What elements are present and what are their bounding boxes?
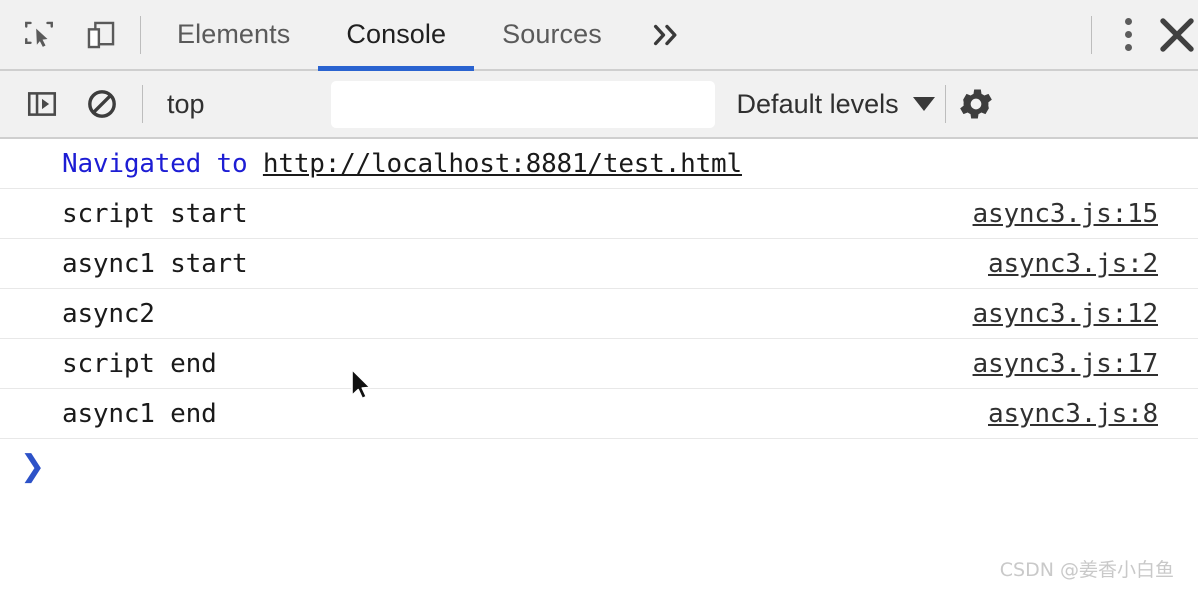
execution-context-selector[interactable]: top — [153, 89, 219, 120]
kebab-dot-2 — [1124, 31, 1132, 38]
tab-console-label: Console — [346, 19, 447, 49]
console-message-row[interactable]: async2 async3.js:12 — [0, 289, 1198, 339]
devtools-tabbar: Elements Console Sources — [0, 0, 1198, 71]
console-message-row[interactable]: async1 start async3.js:2 — [0, 239, 1198, 289]
console-message-text: script start — [62, 198, 248, 229]
console-message-navigation: Navigated to http://localhost:8881/test.… — [0, 149, 742, 179]
log-level-label: Default levels — [736, 88, 899, 119]
gear-icon[interactable] — [956, 74, 996, 134]
prompt-chevron-icon: ❯ — [20, 449, 46, 484]
console-message-list: Navigated to http://localhost:8881/test.… — [0, 139, 1198, 594]
chevron-down-icon — [912, 97, 935, 111]
tab-sources-label: Sources — [502, 19, 602, 49]
clear-console-icon[interactable] — [72, 74, 132, 134]
console-sidebar-icon[interactable] — [12, 74, 72, 134]
navigation-prefix: Navigated to — [62, 148, 263, 179]
kebab-menu-icon[interactable] — [1100, 4, 1156, 66]
console-message-source-link[interactable]: async3.js:8 — [988, 399, 1158, 429]
console-message-source-link[interactable]: async3.js:12 — [973, 299, 1159, 329]
log-level-selector[interactable]: Default levels — [737, 89, 935, 120]
device-toolbar-icon[interactable] — [70, 4, 132, 66]
close-icon[interactable] — [1156, 4, 1198, 66]
double-chevron-right-icon — [653, 24, 677, 45]
console-message-source-link[interactable]: async3.js:15 — [973, 199, 1159, 229]
console-message-text: async1 start — [62, 248, 248, 279]
tabbar-divider — [140, 15, 141, 54]
tab-elements[interactable]: Elements — [149, 0, 318, 69]
console-toolbar-divider-right — [944, 85, 946, 123]
console-filter-input[interactable] — [330, 80, 715, 128]
console-toolbar-divider — [142, 85, 143, 123]
tab-elements-label: Elements — [177, 19, 291, 49]
console-message-text: async1 end — [62, 398, 217, 429]
kebab-dot-3 — [1124, 44, 1132, 51]
tabbar-divider-right — [1091, 15, 1092, 54]
inspect-element-icon[interactable] — [8, 4, 70, 66]
console-message-row[interactable]: script end async3.js:17 — [0, 339, 1198, 389]
console-prompt-input[interactable] — [59, 446, 1198, 488]
navigation-url-link[interactable]: http://localhost:8881/test.html — [263, 149, 742, 179]
console-message-text: script end — [62, 348, 217, 379]
console-message-row-navigation[interactable]: Navigated to http://localhost:8881/test.… — [0, 139, 1198, 189]
tab-console[interactable]: Console — [318, 0, 474, 71]
console-toolbar: top Default levels — [0, 71, 1198, 139]
console-message-source-link[interactable]: async3.js:2 — [988, 249, 1158, 279]
more-tabs-button[interactable] — [630, 0, 704, 69]
watermark: CSDN @姜香小白鱼 — [999, 559, 1174, 581]
devtools-window: Elements Console Sources top Default lev… — [0, 0, 1198, 596]
execution-context-label: top — [167, 88, 205, 119]
kebab-dot-1 — [1124, 18, 1132, 25]
tab-sources[interactable]: Sources — [474, 0, 630, 69]
console-message-text: async2 — [62, 298, 155, 329]
console-message-row[interactable]: script start async3.js:15 — [0, 189, 1198, 239]
console-message-row[interactable]: async1 end async3.js:8 — [0, 389, 1198, 439]
console-message-source-link[interactable]: async3.js:17 — [973, 349, 1159, 379]
console-prompt-row[interactable]: ❯ — [0, 439, 1198, 495]
